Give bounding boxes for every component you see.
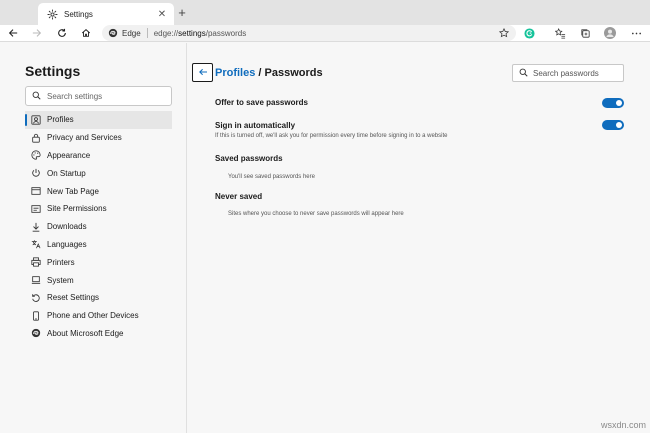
lock-icon xyxy=(31,133,41,143)
address-bar[interactable]: Edge edge://settings/passwords xyxy=(102,25,516,41)
power-icon xyxy=(31,168,41,178)
forward-arrow-icon[interactable] xyxy=(30,26,44,40)
breadcrumb: Profiles / Passwords xyxy=(215,67,323,79)
sidebar-item-label: Languages xyxy=(47,239,87,249)
sidebar-item-appearance[interactable]: Appearance xyxy=(25,147,172,165)
sidebar-item-label: About Microsoft Edge xyxy=(47,328,124,338)
refresh-icon[interactable] xyxy=(55,26,69,40)
sidebar-item-label: Profiles xyxy=(47,115,74,125)
sidebar-item-printers[interactable]: Printers xyxy=(25,253,172,271)
sign-in-auto-toggle[interactable] xyxy=(602,120,624,130)
tab-title: Settings xyxy=(64,9,93,19)
sidebar-item-site-permissions[interactable]: Site Permissions xyxy=(25,200,172,218)
sidebar-item-about-edge[interactable]: About Microsoft Edge xyxy=(25,325,172,343)
sidebar-item-system[interactable]: System xyxy=(25,271,172,289)
sidebar-item-label: On Startup xyxy=(47,168,86,178)
newtab-icon xyxy=(31,186,41,196)
sidebar-item-label: New Tab Page xyxy=(47,186,99,196)
back-arrow-icon xyxy=(198,68,208,78)
system-icon xyxy=(31,275,41,285)
sidebar-item-label: System xyxy=(47,275,74,285)
favorites-list-icon[interactable] xyxy=(553,26,567,40)
sidebar-item-label: Appearance xyxy=(47,150,91,160)
edge-icon xyxy=(31,328,41,338)
tab-settings[interactable]: Settings ✕ xyxy=(38,3,174,25)
sidebar-item-label: Privacy and Services xyxy=(47,133,122,143)
favorite-star-icon[interactable] xyxy=(498,27,510,39)
sidebar-item-reset-settings[interactable]: Reset Settings xyxy=(25,289,172,307)
never-saved-title: Never saved xyxy=(215,192,263,201)
site-permissions-icon xyxy=(31,204,41,214)
settings-sidebar: Settings Profiles Privacy and Services A… xyxy=(0,43,187,433)
download-icon xyxy=(31,222,41,232)
sidebar-item-profiles[interactable]: Profiles xyxy=(25,111,172,129)
offer-save-title: Offer to save passwords xyxy=(215,98,308,107)
printer-icon xyxy=(31,257,41,267)
passwords-panel: Profiles / Passwords Offer to save passw… xyxy=(187,43,650,433)
watermark: wsxdn.com xyxy=(600,420,646,430)
sidebar-item-languages[interactable]: Languages xyxy=(25,236,172,254)
sidebar-item-label: Reset Settings xyxy=(47,293,100,303)
settings-search-input[interactable] xyxy=(47,91,157,101)
new-tab-icon[interactable]: + xyxy=(175,5,189,20)
url-text: edge://settings/passwords xyxy=(154,29,247,38)
never-saved-empty: Sites where you choose to never save pas… xyxy=(228,211,404,217)
gear-icon xyxy=(46,8,58,20)
passwords-search-box[interactable] xyxy=(512,64,624,82)
close-tab-icon[interactable]: ✕ xyxy=(156,8,168,20)
sidebar-item-label: Phone and Other Devices xyxy=(47,311,139,321)
sign-in-auto-title: Sign in automatically xyxy=(215,121,296,130)
appearance-icon xyxy=(31,150,41,161)
url-bold: settings xyxy=(178,28,206,38)
phone-icon xyxy=(31,311,41,321)
edge-logo-icon xyxy=(108,28,118,38)
saved-passwords-empty: You'll see saved passwords here xyxy=(228,174,315,180)
tab-strip: Settings ✕ + xyxy=(0,0,650,25)
sign-in-auto-description: If this is turned off, we'll ask you for… xyxy=(215,133,448,139)
offer-save-toggle[interactable] xyxy=(602,98,624,108)
sidebar-item-label: Downloads xyxy=(47,222,87,232)
back-button[interactable] xyxy=(192,63,213,82)
sidebar-item-on-startup[interactable]: On Startup xyxy=(25,164,172,182)
back-arrow-icon[interactable] xyxy=(6,26,20,40)
sidebar-item-privacy[interactable]: Privacy and Services xyxy=(25,129,172,147)
collections-icon[interactable] xyxy=(578,26,592,40)
site-name: Edge xyxy=(122,28,141,38)
settings-search-box[interactable] xyxy=(25,86,172,106)
saved-passwords-title: Saved passwords xyxy=(215,154,283,163)
reset-icon xyxy=(31,293,41,303)
sidebar-item-downloads[interactable]: Downloads xyxy=(25,218,172,236)
search-icon xyxy=(519,68,528,79)
languages-icon xyxy=(31,239,41,249)
settings-nav: Profiles Privacy and Services Appearance… xyxy=(25,111,172,342)
breadcrumb-profiles-link[interactable]: Profiles xyxy=(215,67,255,79)
page-title: Passwords xyxy=(264,67,323,79)
sidebar-item-new-tab-page[interactable]: New Tab Page xyxy=(25,182,172,200)
address-divider xyxy=(146,28,148,38)
url-suffix: /passwords xyxy=(205,28,247,38)
sidebar-title: Settings xyxy=(25,63,81,79)
sidebar-item-label: Printers xyxy=(47,257,75,267)
search-icon xyxy=(32,91,41,102)
passwords-search-input[interactable] xyxy=(533,68,621,78)
profile-icon xyxy=(31,115,41,125)
avatar[interactable] xyxy=(603,26,617,40)
url-prefix: edge:// xyxy=(153,28,179,38)
sidebar-item-label: Site Permissions xyxy=(47,204,107,214)
grammarly-icon[interactable] xyxy=(522,26,536,40)
sidebar-item-phone-devices[interactable]: Phone and Other Devices xyxy=(25,307,172,325)
breadcrumb-separator: / xyxy=(258,67,262,79)
home-icon[interactable] xyxy=(79,26,93,40)
browser-toolbar: Edge edge://settings/passwords xyxy=(0,25,650,42)
more-options-icon[interactable] xyxy=(629,26,643,40)
